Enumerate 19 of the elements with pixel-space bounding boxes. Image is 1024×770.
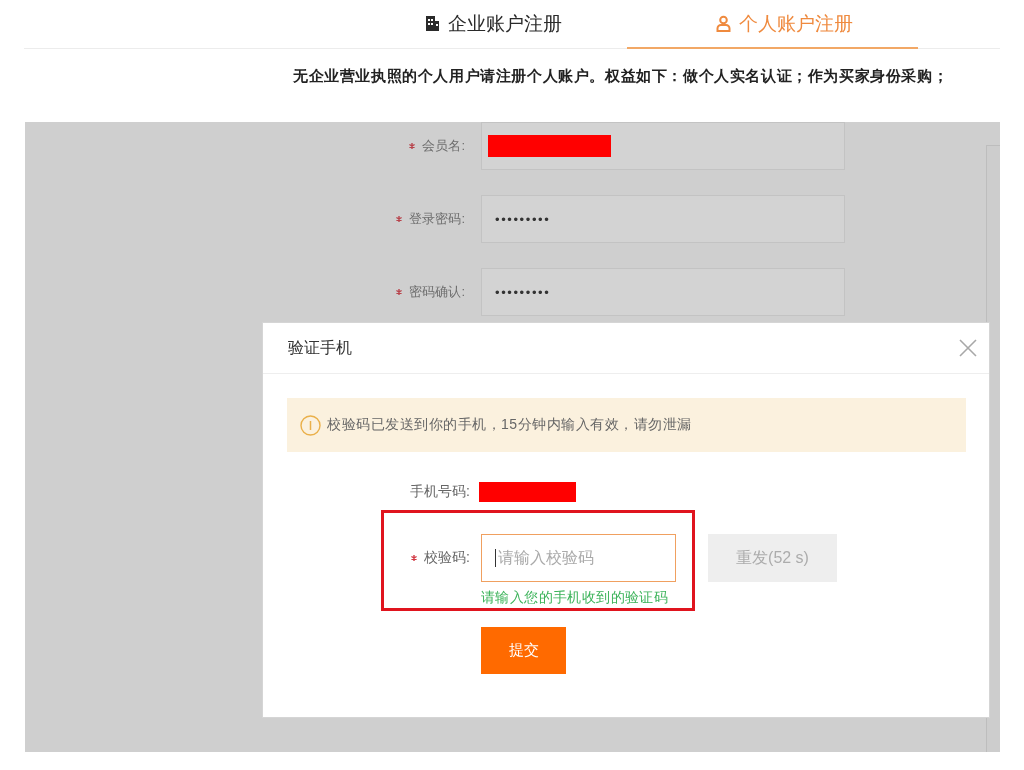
field-label: 会员名: [422, 137, 465, 155]
member-name-field[interactable] [481, 122, 845, 170]
person-icon [714, 15, 732, 32]
password-field[interactable]: ••••••••• [481, 195, 845, 243]
dialog-title: 验证手机 [288, 337, 352, 358]
hint-text: 请输入您的手机收到的验证码 [481, 590, 669, 605]
password-field[interactable]: ••••••••• [481, 268, 845, 316]
code-input-field[interactable]: 请输入校验码 [481, 534, 676, 582]
registration-tab[interactable]: 企业账户注册 [336, 0, 627, 49]
field-label: 密码确认: [409, 283, 465, 301]
phone-label: 手机号码: [410, 483, 470, 501]
field-label: 登录密码: [409, 210, 465, 228]
code-label: 校验码: [424, 549, 470, 567]
close-icon[interactable] [959, 339, 977, 357]
text-cursor-icon [495, 549, 496, 567]
alert-text: 校验码已发送到你的手机，15分钟内输入有效，请勿泄漏 [327, 416, 692, 434]
building-icon [423, 15, 441, 32]
info-icon [300, 414, 321, 436]
notice-text: 无企业营业执照的个人用户请注册个人账户。权益如下：做个人实名认证；作为买家身份采购； [293, 66, 949, 86]
